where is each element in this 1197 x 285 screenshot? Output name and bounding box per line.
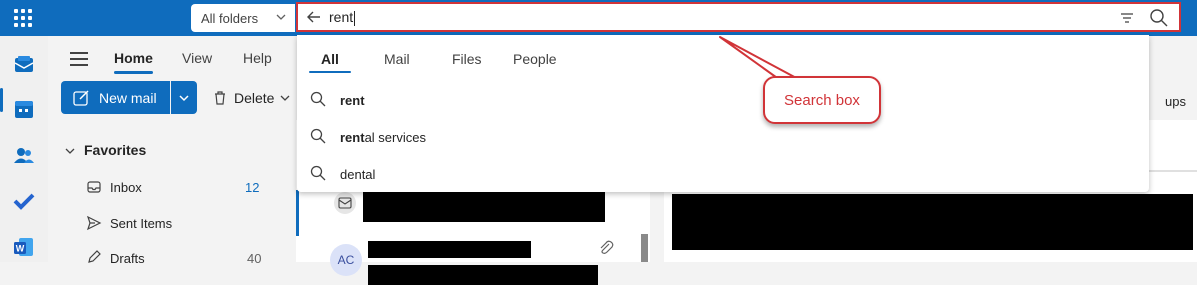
search-icon: [310, 165, 326, 181]
folder-sent-items[interactable]: Sent Items: [110, 216, 172, 231]
people-app-icon[interactable]: [13, 144, 35, 166]
folder-drafts[interactable]: Drafts: [110, 251, 145, 266]
folder-inbox[interactable]: Inbox: [110, 180, 142, 195]
top-bar: All folders rent: [0, 0, 1197, 36]
search-tab-mail[interactable]: Mail: [384, 51, 410, 67]
tab-view[interactable]: View: [182, 50, 212, 66]
callout-text: Search box: [784, 91, 860, 109]
search-suggestions-dropdown: All Mail Files People rent rental servic…: [297, 35, 1149, 192]
search-icon: [310, 91, 326, 107]
search-tab-people[interactable]: People: [513, 51, 557, 67]
active-app-indicator: [0, 88, 3, 112]
send-icon: [86, 215, 102, 231]
favorites-header[interactable]: Favorites: [84, 142, 146, 158]
message-avatar: [334, 192, 356, 214]
search-suggestion[interactable]: dental: [297, 156, 1149, 192]
new-mail-label: New mail: [99, 89, 157, 106]
scrollbar[interactable]: [641, 234, 648, 262]
tab-help[interactable]: Help: [243, 50, 272, 66]
search-icon[interactable]: [1149, 8, 1169, 28]
delete-label: Delete: [234, 90, 275, 106]
redacted-content: [672, 194, 1193, 250]
compose-icon: [73, 89, 89, 106]
search-tab-files[interactable]: Files: [452, 51, 482, 67]
suggestion-text: dental: [340, 167, 376, 182]
suggestion-text: rental services: [340, 130, 426, 145]
folder-pane: Favorites Inbox 12 Sent Items Drafts 40: [48, 120, 278, 266]
annotation-callout: Search box: [763, 76, 881, 124]
search-icon: [310, 128, 326, 144]
selected-message-indicator: [296, 190, 299, 236]
svg-text:W: W: [16, 244, 25, 254]
avatar: AC: [330, 244, 362, 276]
chevron-down-icon: [276, 14, 286, 20]
search-tab-all[interactable]: All: [309, 51, 351, 73]
redacted-sender: [363, 189, 605, 222]
app-launcher-icon[interactable]: [14, 9, 32, 27]
suggestion-text: rent: [340, 93, 365, 108]
delete-button[interactable]: Delete: [212, 90, 290, 106]
redacted-subject: [368, 265, 598, 285]
redacted-sender: [368, 241, 531, 258]
app-rail: W: [0, 36, 48, 262]
search-suggestion[interactable]: rental services: [297, 119, 1149, 155]
search-suggestion[interactable]: rent: [297, 82, 1149, 118]
filter-icon[interactable]: [1119, 10, 1135, 26]
word-app-icon[interactable]: W: [13, 236, 35, 258]
search-scope-label: All folders: [201, 10, 259, 26]
tab-home[interactable]: Home: [114, 50, 153, 74]
new-mail-dropdown-button[interactable]: [171, 81, 197, 114]
inbox-icon: [87, 181, 101, 193]
inbox-unread-count: 12: [245, 180, 260, 195]
search-scope-select[interactable]: All folders: [191, 4, 295, 32]
search-input[interactable]: rent: [296, 2, 1181, 32]
todo-app-icon[interactable]: [13, 190, 35, 212]
search-query-text: rent: [329, 9, 356, 26]
chevron-down-icon: [179, 95, 189, 102]
chevron-down-icon[interactable]: [64, 145, 76, 157]
back-arrow-icon[interactable]: [306, 9, 322, 25]
hamburger-menu-icon[interactable]: [70, 52, 88, 70]
drafts-count: 40: [247, 251, 262, 266]
pencil-icon: [88, 250, 101, 263]
chevron-down-icon: [281, 95, 290, 101]
new-mail-button[interactable]: New mail: [61, 81, 170, 114]
ribbon-groups-label[interactable]: ups: [1165, 94, 1186, 109]
calendar-app-icon[interactable]: [13, 98, 35, 120]
paperclip-icon: [600, 240, 614, 254]
mail-app-icon[interactable]: [13, 54, 35, 76]
avatar-initials: AC: [337, 253, 355, 267]
envelope-icon: [338, 197, 352, 209]
trash-icon: [215, 91, 225, 105]
